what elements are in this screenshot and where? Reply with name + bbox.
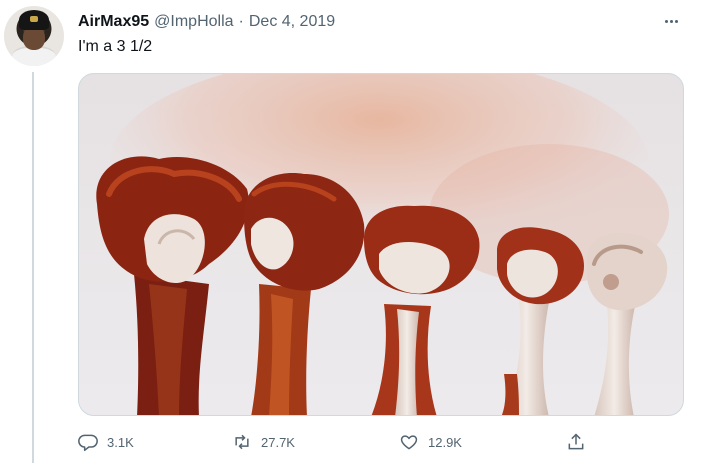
heart-icon [399,432,419,452]
tweet-media-image[interactable] [78,73,684,416]
avatar[interactable] [4,6,64,66]
separator-dot: · [238,13,244,30]
retweet-count: 27.7K [261,434,295,450]
thread-line [32,72,34,463]
tweet-actions: 3.1K 27.7K 12.9K [78,430,598,454]
like-button[interactable]: 12.9K [399,430,462,454]
tweet-text: I'm a 3 1/2 [78,38,153,55]
chicken-wing-3 [364,205,480,415]
reply-count: 3.1K [107,434,134,450]
share-icon [566,432,586,452]
reply-icon [78,432,98,452]
chicken-wing-5 [587,232,668,415]
retweet-button[interactable]: 27.7K [232,430,295,454]
like-count: 12.9K [428,434,462,450]
avatar-hat [19,10,49,30]
display-name[interactable]: AirMax95 [78,13,149,31]
share-button[interactable] [566,430,586,454]
tweet-date[interactable]: Dec 4, 2019 [249,13,335,31]
reply-button[interactable]: 3.1K [78,430,134,454]
user-handle[interactable]: @ImpHolla [154,13,233,31]
more-options-icon[interactable] [660,12,682,30]
chicken-wing-4 [497,227,584,415]
chicken-wing-2 [244,173,365,415]
chicken-wing-1 [96,156,249,415]
retweet-icon [232,432,252,452]
tweet-header: AirMax95 @ImpHolla · Dec 4, 2019 [78,11,335,33]
